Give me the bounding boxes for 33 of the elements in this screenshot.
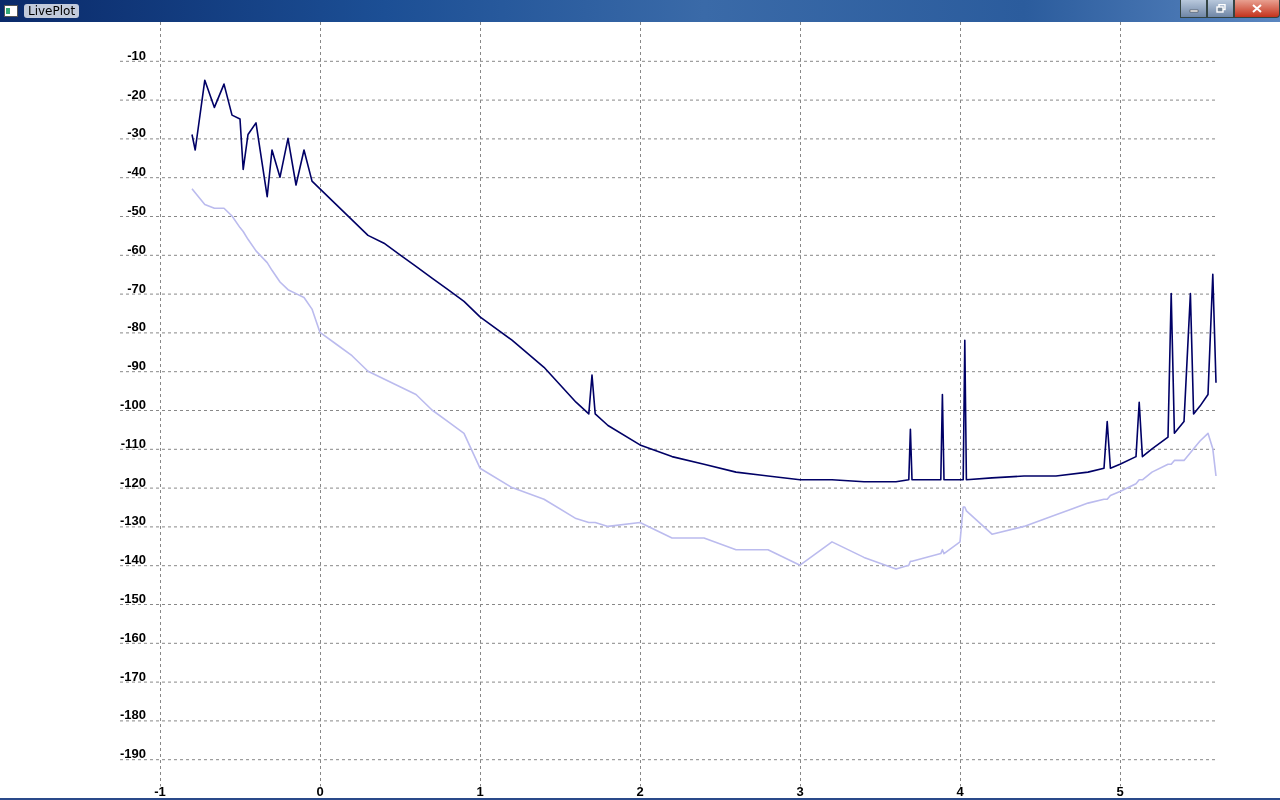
y-axis-label: -140	[119, 552, 146, 568]
close-icon	[1252, 4, 1262, 13]
restore-icon	[1215, 4, 1226, 13]
x-axis-label: 2	[636, 784, 644, 798]
restore-button[interactable]	[1207, 0, 1234, 18]
y-axis-label: -50	[127, 203, 146, 218]
x-axis-label: 5	[1116, 784, 1124, 798]
window-icon	[4, 5, 18, 17]
x-axis-label: 0	[316, 784, 324, 798]
y-axis-label: -160	[119, 629, 146, 645]
y-axis-label: -20	[127, 86, 146, 102]
window-title: LivePlot	[24, 4, 80, 18]
y-axis-label: -30	[127, 125, 146, 141]
x-axis-label: 4	[956, 784, 964, 798]
y-axis-label: -190	[119, 746, 146, 762]
y-axis-label: -60	[127, 241, 146, 257]
y-axis-label: -90	[127, 358, 146, 374]
y-axis-label: -150	[119, 591, 146, 606]
y-axis-label: -170	[119, 668, 146, 684]
close-button[interactable]	[1234, 0, 1280, 18]
y-axis-label: -70	[127, 280, 146, 296]
x-axis-label: 1	[476, 784, 484, 798]
x-axis-label: -1	[154, 784, 166, 798]
y-axis-label: -80	[127, 319, 146, 335]
x-axis-label: 3	[796, 784, 804, 798]
y-axis-label: -120	[119, 474, 146, 490]
y-axis-label: -130	[119, 513, 146, 529]
y-axis-label: -180	[119, 707, 146, 723]
y-axis-label: -100	[119, 397, 146, 412]
y-axis-label: -110	[120, 435, 146, 451]
y-axis-label: -10	[127, 47, 146, 63]
minimize-button[interactable]	[1180, 0, 1207, 18]
y-axis-label: -40	[127, 164, 146, 180]
